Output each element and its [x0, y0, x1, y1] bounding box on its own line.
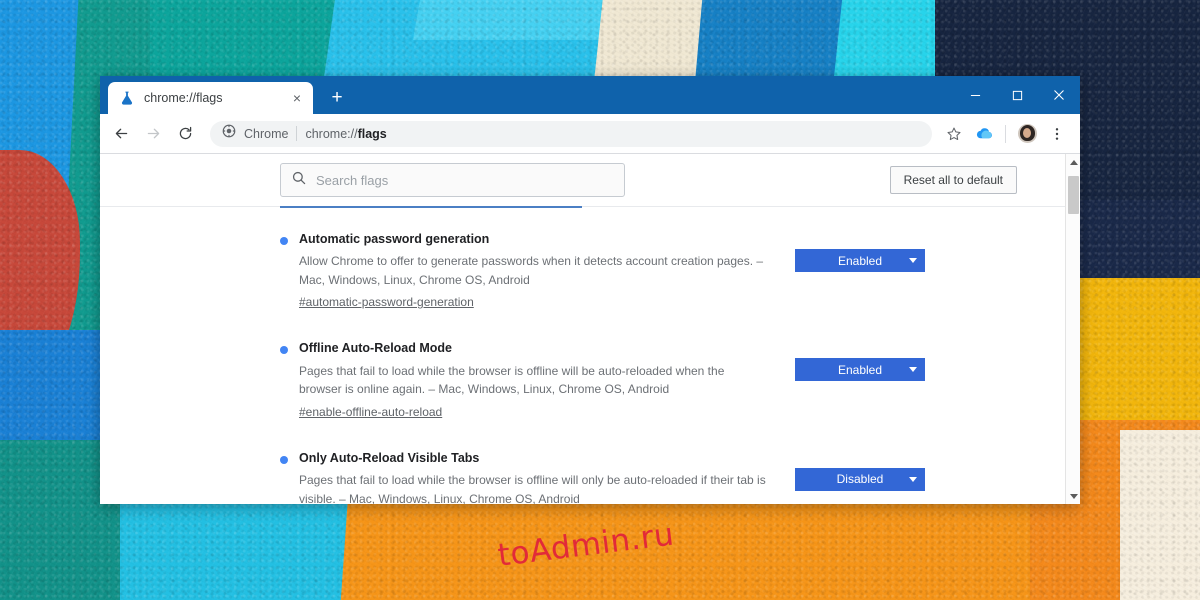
page-scrollbar[interactable]	[1065, 154, 1080, 504]
tab-strip: chrome://flags × +	[100, 76, 1080, 114]
flag-state-select[interactable]: Disabled	[795, 468, 925, 491]
flag-control: Enabled	[795, 340, 925, 381]
chevron-down-icon	[909, 367, 917, 372]
flag-title: Automatic password generation	[299, 231, 769, 247]
chevron-down-icon	[909, 258, 917, 263]
flag-description: Allow Chrome to offer to generate passwo…	[299, 252, 769, 289]
scrollbar-thumb[interactable]	[1068, 176, 1079, 214]
scroll-up-arrow-icon[interactable]	[1066, 154, 1080, 170]
flag-body: Offline Auto-Reload Mode Pages that fail …	[299, 340, 769, 420]
search-box[interactable]	[280, 163, 625, 197]
browser-toolbar: Chrome chrome://flags	[100, 114, 1080, 154]
chevron-down-icon	[909, 477, 917, 482]
flag-permalink[interactable]: #enable-offline-auto-reload	[299, 405, 442, 419]
star-icon[interactable]	[940, 120, 968, 148]
scroll-down-arrow-icon[interactable]	[1066, 488, 1080, 504]
flag-state-label: Disabled	[837, 472, 884, 486]
flag-control: Disabled	[795, 450, 925, 491]
profile-button[interactable]	[1013, 120, 1041, 148]
flag-title: Offline Auto-Reload Mode	[299, 340, 769, 356]
page-viewport: Reset all to default Automatic password …	[100, 154, 1080, 504]
omnibox-url: chrome://flags	[305, 127, 386, 141]
browser-window: chrome://flags × +	[100, 76, 1080, 504]
close-button[interactable]	[1038, 76, 1080, 114]
flag-title: Only Auto-Reload Visible Tabs	[299, 450, 769, 466]
flag-body: Only Auto-Reload Visible Tabs Pages that …	[299, 450, 769, 504]
flags-list: Automatic password generation Allow Chrom…	[100, 207, 1065, 504]
browser-tab[interactable]: chrome://flags ×	[108, 82, 313, 114]
flag-row: Offline Auto-Reload Mode Pages that fail …	[280, 340, 1017, 420]
flag-body: Automatic password generation Allow Chrom…	[299, 231, 769, 311]
flag-status-dot	[280, 237, 288, 245]
reload-button[interactable]	[170, 119, 200, 149]
maximize-button[interactable]	[996, 76, 1038, 114]
flask-icon	[119, 90, 135, 106]
reset-all-to-default-button[interactable]: Reset all to default	[890, 166, 1017, 194]
flag-permalink[interactable]: #automatic-password-generation	[299, 295, 474, 309]
cloud-extension-icon[interactable]	[970, 120, 998, 148]
flag-state-label: Enabled	[838, 254, 882, 268]
flag-row: Automatic password generation Allow Chrom…	[280, 231, 1017, 311]
flag-state-select[interactable]: Enabled	[795, 249, 925, 272]
new-tab-button[interactable]: +	[323, 83, 351, 111]
flag-description: Pages that fail to load while the browse…	[299, 362, 769, 399]
flag-row: Only Auto-Reload Visible Tabs Pages that …	[280, 450, 1017, 504]
three-dot-menu-icon[interactable]	[1043, 120, 1071, 148]
flag-status-dot	[280, 346, 288, 354]
flag-state-select[interactable]: Enabled	[795, 358, 925, 381]
omnibox-divider	[296, 126, 297, 141]
flag-state-label: Enabled	[838, 363, 882, 377]
flag-control: Enabled	[795, 231, 925, 272]
flags-search-band: Reset all to default	[100, 154, 1065, 207]
flags-page: Reset all to default Automatic password …	[100, 154, 1065, 504]
tab-title: chrome://flags	[144, 91, 280, 105]
avatar	[1018, 124, 1037, 143]
omnibox-url-bold: flags	[358, 127, 387, 141]
chrome-page-icon	[222, 124, 236, 143]
toolbar-divider	[1005, 125, 1006, 143]
tab-indicator-line	[280, 206, 582, 208]
wall-patch-cyan-top-2	[413, 0, 627, 40]
window-controls	[954, 76, 1080, 114]
desktop-background: toAdmin.ru chrome://flags × +	[0, 0, 1200, 600]
forward-button	[138, 119, 168, 149]
omnibox-url-prefix: chrome://	[305, 127, 357, 141]
search-input[interactable]	[316, 173, 614, 188]
close-icon[interactable]: ×	[289, 90, 305, 106]
flag-status-dot	[280, 456, 288, 464]
address-bar[interactable]: Chrome chrome://flags	[210, 121, 932, 147]
minimize-button[interactable]	[954, 76, 996, 114]
wall-patch-cream-right	[1120, 430, 1200, 600]
back-button[interactable]	[106, 119, 136, 149]
search-icon	[291, 170, 307, 191]
flag-description: Pages that fail to load while the browse…	[299, 471, 769, 504]
omnibox-chip-label: Chrome	[244, 127, 288, 141]
